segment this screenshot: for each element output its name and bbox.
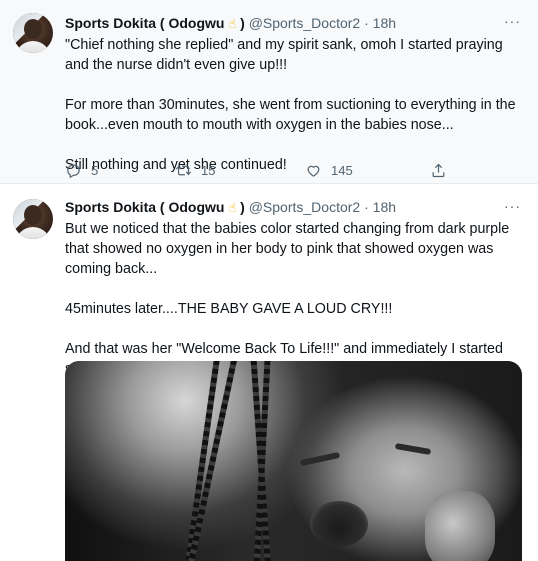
tweet-paragraph: 45minutes later....THE BABY GAVE A LOUD … [65, 301, 393, 317]
tweet-actions: 5 15 145 [65, 162, 465, 180]
tweet-header: Sports Dokita ( Odogwu ☝ ) @Sports_Docto… [65, 199, 396, 216]
separator-dot: · [364, 15, 369, 31]
tweet-paragraph: But we noticed that the babies color sta… [65, 221, 510, 277]
retweet-icon [175, 165, 192, 176]
more-icon[interactable]: ··· [504, 13, 521, 29]
display-name[interactable]: Sports Dokita ( Odogwu ☝ ) [65, 199, 245, 215]
tweet-2[interactable]: Sports Dokita ( Odogwu ☝ ) @Sports_Docto… [0, 185, 538, 561]
user-handle[interactable]: @Sports_Doctor2 [249, 15, 360, 31]
share-icon [432, 163, 445, 178]
tweet-text: But we noticed that the babies color sta… [65, 219, 520, 379]
tweet-paragraph: "Chief nothing she replied" and my spiri… [65, 37, 503, 73]
reply-count: 5 [91, 163, 99, 178]
user-handle[interactable]: @Sports_Doctor2 [249, 199, 360, 215]
tweet-header: Sports Dokita ( Odogwu ☝ ) @Sports_Docto… [65, 15, 396, 32]
avatar[interactable] [13, 199, 53, 239]
share-button[interactable] [430, 162, 447, 179]
tweet-text: "Chief nothing she replied" and my spiri… [65, 35, 520, 175]
reply-button[interactable]: 5 [65, 162, 98, 179]
tweet-photo[interactable] [65, 361, 522, 561]
reply-icon [67, 164, 80, 179]
more-icon[interactable]: ··· [504, 198, 521, 214]
heart-icon [307, 165, 320, 177]
retweet-button[interactable]: 15 [175, 162, 215, 179]
avatar[interactable] [13, 13, 53, 53]
pointing-up-emoji-icon: ☝ [228, 200, 237, 215]
separator-dot: · [364, 199, 369, 215]
retweet-count: 15 [201, 163, 216, 178]
tweet-1[interactable]: Sports Dokita ( Odogwu ☝ ) @Sports_Docto… [0, 0, 538, 184]
tweet-paragraph: For more than 30minutes, she went from s… [65, 97, 516, 133]
like-count: 145 [331, 163, 353, 178]
like-button[interactable]: 145 [305, 162, 353, 179]
pointing-up-emoji-icon: ☝ [228, 16, 237, 31]
tweet-timestamp[interactable]: 18h [373, 199, 396, 215]
tweet-timestamp[interactable]: 18h [373, 15, 396, 31]
display-name[interactable]: Sports Dokita ( Odogwu ☝ ) [65, 15, 245, 31]
